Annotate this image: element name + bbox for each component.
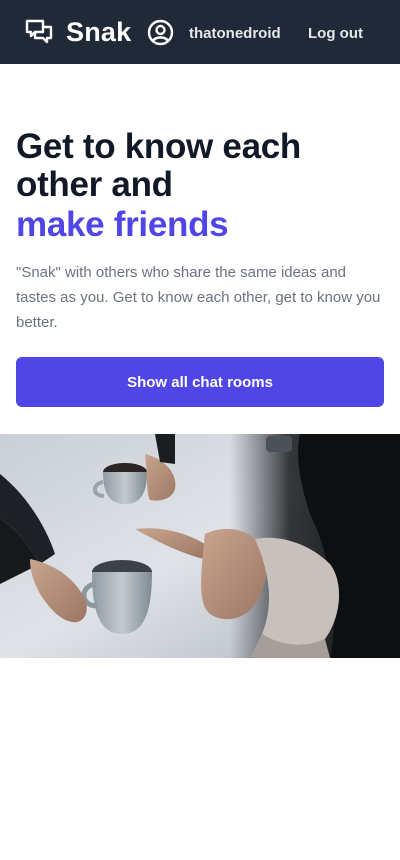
user-circle-icon[interactable] [147, 19, 174, 46]
brand-name: Snak [66, 16, 132, 47]
top-navbar: Snak thatonedroid Log out [0, 0, 400, 64]
chat-bubbles-icon [24, 17, 54, 47]
username-link[interactable]: thatonedroid [189, 0, 281, 64]
brand-link[interactable]: Snak [24, 0, 131, 64]
hero-section: Get to know each other and make friends … [16, 128, 384, 407]
hero-photo [0, 434, 400, 658]
logout-link[interactable]: Log out [308, 0, 363, 64]
headline-text: Get to know each other and [16, 127, 301, 204]
show-all-chat-rooms-button[interactable]: Show all chat rooms [16, 357, 384, 407]
headline-accent: make friends [16, 205, 229, 244]
hero-headline: Get to know each other and make friends [16, 128, 384, 244]
hero-description: "Snak" with others who share the same id… [16, 264, 381, 331]
